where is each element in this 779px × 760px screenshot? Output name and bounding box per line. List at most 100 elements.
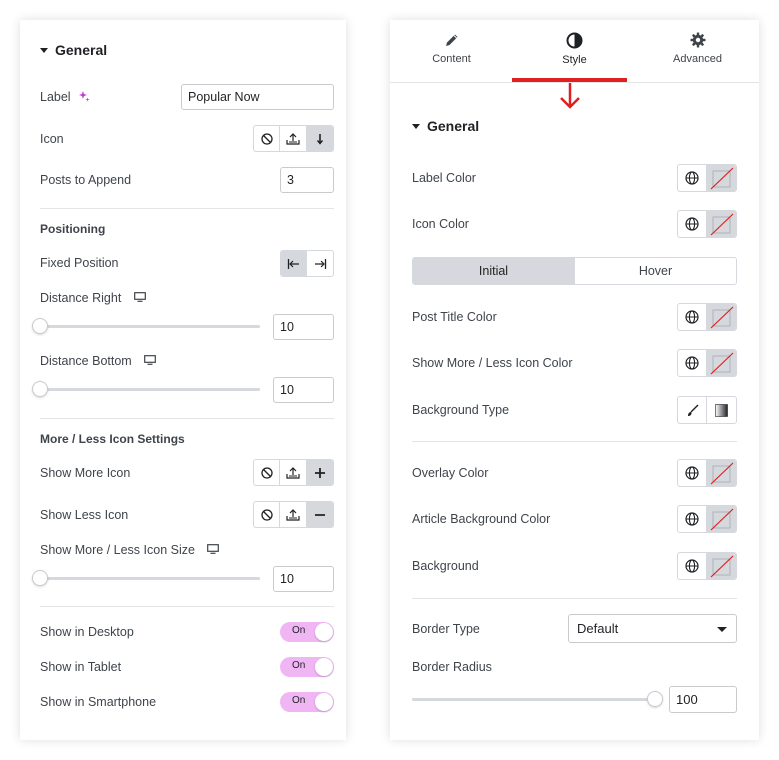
border-type-select[interactable]: Default	[568, 614, 737, 643]
global-colors-button[interactable]	[678, 460, 708, 486]
icon-library-button[interactable]	[306, 460, 333, 485]
show-in-desktop-toggle[interactable]: On	[280, 622, 334, 642]
show-in-tablet-toggle[interactable]: On	[280, 657, 334, 677]
general-section-title: General	[55, 42, 108, 58]
right-style-panel: Content Style Advanced General Label Col…	[390, 20, 759, 740]
tab-hover[interactable]: Hover	[574, 258, 736, 284]
border-type-label: Border Type	[412, 622, 480, 636]
icon-size-label: Show More / Less Icon Size	[40, 543, 220, 557]
globe-icon	[685, 310, 699, 324]
no-icon-button[interactable]	[254, 126, 281, 151]
global-colors-button[interactable]	[678, 553, 708, 579]
state-tabs: Initial Hover	[412, 257, 737, 285]
global-colors-button[interactable]	[678, 506, 708, 532]
color-swatch[interactable]	[707, 211, 736, 237]
show-less-icon-picker	[253, 501, 334, 528]
tab-content[interactable]: Content	[390, 20, 513, 82]
color-swatch[interactable]	[707, 553, 736, 579]
border-radius-slider[interactable]	[412, 698, 657, 701]
toggle-state-label: On	[292, 660, 306, 671]
border-radius-input[interactable]: 100	[669, 686, 737, 713]
icon-size-input[interactable]: 10	[273, 566, 334, 592]
background-gradient-button[interactable]	[707, 397, 736, 423]
show-more-less-icon-color-label: Show More / Less Icon Color	[412, 356, 573, 370]
show-in-smartphone-toggle[interactable]: On	[280, 692, 334, 712]
globe-icon	[685, 559, 699, 573]
no-color-icon	[710, 508, 734, 531]
global-colors-button[interactable]	[678, 165, 708, 191]
no-color-icon	[710, 352, 734, 375]
color-swatch[interactable]	[707, 506, 736, 532]
overlay-color-label: Overlay Color	[412, 466, 489, 480]
more-less-icon-settings-heading: More / Less Icon Settings	[40, 432, 185, 446]
global-colors-button[interactable]	[678, 304, 708, 330]
label-text-input[interactable]: Popular Now	[181, 84, 334, 110]
desktop-icon[interactable]	[207, 544, 220, 554]
upload-svg-button[interactable]	[280, 126, 307, 151]
show-more-less-icon-color-control	[677, 349, 737, 377]
distance-right-input[interactable]: 10	[273, 314, 334, 340]
icon-library-button[interactable]	[306, 502, 333, 527]
sparkle-icon[interactable]	[78, 90, 90, 102]
upload-icon	[286, 132, 300, 145]
half-circle-icon	[566, 32, 583, 49]
desktop-icon[interactable]	[133, 292, 146, 302]
toggle-knob	[315, 658, 333, 676]
label-label-text: Label	[40, 90, 71, 104]
icon-size-slider-handle[interactable]	[32, 570, 48, 586]
align-left-edge-icon	[287, 258, 299, 269]
no-icon-button[interactable]	[254, 460, 281, 485]
upload-svg-button[interactable]	[280, 460, 307, 485]
distance-right-text: Distance Right	[40, 291, 122, 305]
position-right-button[interactable]	[307, 251, 333, 276]
distance-bottom-slider[interactable]	[40, 388, 260, 391]
tab-advanced[interactable]: Advanced	[636, 20, 759, 82]
toggle-knob	[315, 623, 333, 641]
arrow-down-icon	[316, 133, 323, 145]
background-color-control	[677, 552, 737, 580]
post-title-color-control	[677, 303, 737, 331]
no-color-icon	[710, 462, 734, 485]
posts-to-append-input[interactable]: 3	[280, 167, 334, 193]
distance-right-slider[interactable]	[40, 325, 260, 328]
tab-style[interactable]: Style	[513, 20, 636, 82]
no-icon-button[interactable]	[254, 502, 281, 527]
distance-bottom-text: Distance Bottom	[40, 354, 132, 368]
background-type-group	[677, 396, 737, 424]
show-more-icon-picker	[253, 459, 334, 486]
color-swatch[interactable]	[707, 304, 736, 330]
show-more-icon-label: Show More Icon	[40, 466, 131, 480]
gear-icon	[690, 32, 705, 48]
caret-down-icon	[412, 123, 420, 129]
icon-size-slider[interactable]	[40, 577, 260, 580]
color-swatch[interactable]	[707, 460, 736, 486]
general-section-header[interactable]: General	[412, 118, 479, 134]
no-color-icon	[710, 213, 734, 236]
global-colors-button[interactable]	[678, 350, 708, 376]
global-colors-button[interactable]	[678, 211, 708, 237]
distance-bottom-slider-handle[interactable]	[32, 381, 48, 397]
position-left-button[interactable]	[281, 251, 308, 276]
desktop-icon[interactable]	[144, 355, 157, 365]
show-in-desktop-label: Show in Desktop	[40, 625, 134, 639]
globe-icon	[685, 466, 699, 480]
border-radius-slider-handle[interactable]	[647, 691, 663, 707]
icon-library-button[interactable]	[306, 126, 333, 151]
color-swatch[interactable]	[707, 350, 736, 376]
distance-bottom-input[interactable]: 10	[273, 377, 334, 403]
tab-initial[interactable]: Initial	[413, 258, 574, 284]
article-background-color-control	[677, 505, 737, 533]
color-swatch[interactable]	[707, 165, 736, 191]
upload-svg-button[interactable]	[280, 502, 307, 527]
brush-icon	[687, 404, 698, 416]
label-color-label: Label Color	[412, 171, 476, 185]
pencil-icon	[445, 34, 457, 46]
distance-right-slider-handle[interactable]	[32, 318, 48, 334]
background-classic-button[interactable]	[678, 397, 708, 423]
general-section-header[interactable]: General	[40, 42, 107, 58]
ban-icon	[261, 508, 273, 521]
left-settings-panel: General Label Popular Now Icon Posts to …	[20, 20, 346, 740]
positioning-heading: Positioning	[40, 222, 106, 236]
caret-down-icon	[40, 47, 48, 53]
divider	[412, 441, 737, 442]
